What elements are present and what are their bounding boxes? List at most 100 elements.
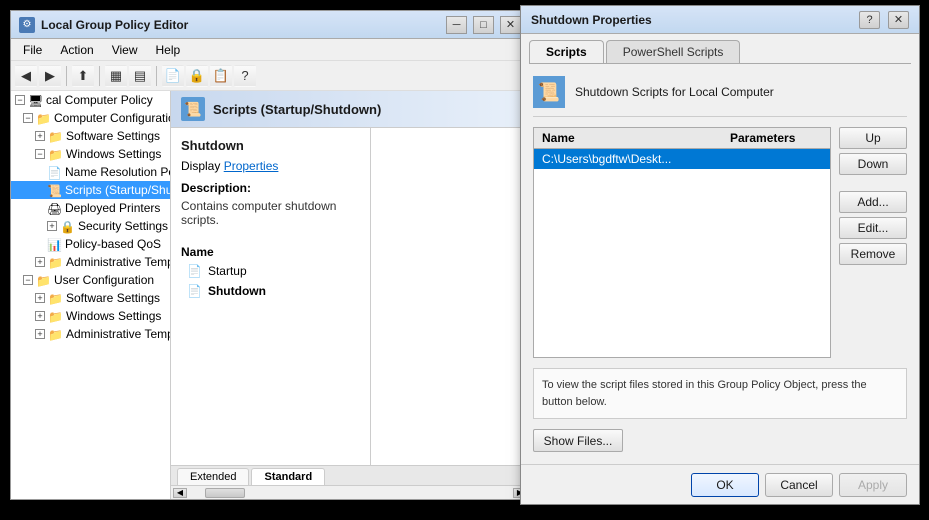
add-button[interactable]: Add... [839, 191, 907, 213]
close-button[interactable]: ✕ [500, 16, 521, 34]
table-header: Name Parameters [534, 128, 830, 149]
folder-icon-windows-user: 📁 [48, 310, 62, 322]
expand-computer-config[interactable]: − [23, 113, 33, 123]
dialog-close-button[interactable]: ✕ [888, 11, 909, 29]
sidebar-label-deployed-printers: Deployed Printers [65, 201, 160, 215]
export-button[interactable]: 📄 [162, 65, 184, 87]
sidebar-item-local-computer-policy[interactable]: − 🖥 cal Computer Policy [11, 91, 170, 109]
sidebar-item-software-settings-computer[interactable]: + 📁 Software Settings [11, 127, 170, 145]
expand-windows-settings-user[interactable]: + [35, 311, 45, 321]
expand-admin-templates-user[interactable]: + [35, 329, 45, 339]
down-button-table[interactable]: Down [839, 153, 907, 175]
scroll-thumb[interactable] [205, 488, 245, 498]
remove-button[interactable]: Remove [839, 243, 907, 265]
expand-windows-settings[interactable]: − [35, 149, 45, 159]
horizontal-scrollbar[interactable]: ◀ ▶ [171, 485, 529, 499]
dialog-header-icon: 📜 [533, 76, 565, 108]
dialog-help-button[interactable]: ? [859, 11, 880, 29]
display-label: Display [181, 159, 220, 173]
up-button-table[interactable]: Up [839, 127, 907, 149]
description-text: Contains computer shutdown scripts. [181, 199, 360, 227]
dialog-title-bar: Shutdown Properties ? ✕ [521, 6, 919, 34]
tab-standard[interactable]: Standard [251, 468, 325, 485]
filter-button[interactable]: 🔒 [186, 65, 208, 87]
sidebar-item-security-settings[interactable]: + 🔒 Security Settings [11, 217, 170, 235]
table-row[interactable]: C:\Users\bgdftw\Deskt... [534, 149, 830, 169]
expand-security-settings[interactable]: + [47, 221, 57, 231]
display-row: Display Properties [181, 159, 360, 173]
expand-software-settings[interactable]: + [35, 131, 45, 141]
properties-toolbar-button[interactable]: 📋 [210, 65, 232, 87]
sidebar-label-windows-settings-user: Windows Settings [66, 309, 161, 323]
script-right-panel [371, 128, 529, 465]
startup-icon: 📄 [187, 264, 202, 278]
menu-view[interactable]: View [104, 41, 146, 59]
folder-icon-user-config: 📁 [36, 274, 50, 286]
dialog-content: 📜 Shutdown Scripts for Local Computer Na… [521, 64, 919, 464]
expand-local-policy[interactable]: − [15, 95, 25, 105]
main-title-bar: ⚙ Local Group Policy Editor ─ □ ✕ [11, 11, 529, 39]
script-nav-startup[interactable]: 📄 Startup [181, 261, 360, 281]
folder-icon-qos: 📊 [47, 238, 61, 250]
apply-button[interactable]: Apply [839, 473, 907, 497]
minimize-button[interactable]: ─ [446, 16, 467, 34]
maximize-button[interactable]: □ [473, 16, 494, 34]
menu-action[interactable]: Action [52, 41, 101, 59]
info-text: To view the script files stored in this … [542, 379, 867, 408]
back-button[interactable]: ◀ [15, 65, 37, 87]
ok-button[interactable]: OK [691, 473, 759, 497]
cancel-button[interactable]: Cancel [765, 473, 833, 497]
tab-scripts[interactable]: Scripts [529, 40, 604, 63]
toolbar-sep-3 [156, 66, 157, 86]
folder-icon-windows-settings: 📁 [48, 148, 62, 160]
expand-software-settings-user[interactable]: + [35, 293, 45, 303]
menu-file[interactable]: File [15, 41, 50, 59]
panel-header: 📜 Scripts (Startup/Shutdown) [171, 91, 529, 128]
folder-icon-policy: 🖥 [28, 94, 42, 106]
info-area: To view the script files stored in this … [533, 368, 907, 419]
sidebar-item-windows-settings-user[interactable]: + 📁 Windows Settings [11, 307, 170, 325]
sidebar: − 🖥 cal Computer Policy − 📁 Computer Con… [11, 91, 171, 499]
sidebar-item-windows-settings-computer[interactable]: − 📁 Windows Settings [11, 145, 170, 163]
folder-icon-security: 🔒 [60, 220, 74, 232]
folder-icon-software-settings: 📁 [48, 130, 62, 142]
view-button[interactable]: ▤ [129, 65, 151, 87]
help-toolbar-button[interactable]: ? [234, 65, 256, 87]
forward-button[interactable]: ▶ [39, 65, 61, 87]
btn-spacer [839, 179, 907, 187]
show-files-button[interactable]: Show Files... [533, 429, 623, 452]
folder-icon-scripts: 📜 [47, 184, 61, 196]
script-content: Shutdown Display Properties Description:… [171, 128, 529, 465]
sidebar-label-computer-configuration: Computer Configuration [54, 111, 171, 125]
up-button[interactable]: ⬆ [72, 65, 94, 87]
sidebar-item-computer-configuration[interactable]: − 📁 Computer Configuration [11, 109, 170, 127]
sidebar-item-deployed-printers[interactable]: 🖨 Deployed Printers [11, 199, 170, 217]
expand-admin-templates-computer[interactable]: + [35, 257, 45, 267]
folder-icon-computer-config: 📁 [36, 112, 50, 124]
script-nav: Name 📄 Startup 📄 Shutdown [181, 243, 360, 301]
menu-bar: File Action View Help [11, 39, 529, 61]
scroll-left-button[interactable]: ◀ [173, 488, 187, 498]
sidebar-item-scripts[interactable]: 📜 Scripts (Startup/Shu... [11, 181, 170, 199]
table-cell-name: C:\Users\bgdftw\Deskt... [542, 152, 722, 166]
edit-button[interactable]: Edit... [839, 217, 907, 239]
sidebar-label-scripts: Scripts (Startup/Shu... [65, 183, 171, 197]
tab-extended[interactable]: Extended [177, 468, 249, 485]
tab-powershell-scripts[interactable]: PowerShell Scripts [606, 40, 741, 63]
show-hide-button[interactable]: ▦ [105, 65, 127, 87]
sidebar-item-name-resolution[interactable]: 📄 Name Resolution Pol... [11, 163, 170, 181]
properties-link[interactable]: Properties [224, 159, 279, 173]
sidebar-item-software-settings-user[interactable]: + 📁 Software Settings [11, 289, 170, 307]
expand-user-config[interactable]: − [23, 275, 33, 285]
menu-help[interactable]: Help [148, 41, 189, 59]
panel-header-icon: 📜 [181, 97, 205, 121]
sidebar-item-admin-templates-user[interactable]: + 📁 Administrative Templat... [11, 325, 170, 343]
dialog-title: Shutdown Properties [531, 13, 851, 27]
main-panel: 📜 Scripts (Startup/Shutdown) Shutdown Di… [171, 91, 529, 499]
col-name-header: Name [538, 130, 726, 146]
sidebar-item-policy-qos[interactable]: 📊 Policy-based QoS [11, 235, 170, 253]
folder-icon-deployed: 🖨 [47, 202, 61, 214]
sidebar-item-user-configuration[interactable]: − 📁 User Configuration [11, 271, 170, 289]
sidebar-item-admin-templates-computer[interactable]: + 📁 Administrative Templat... [11, 253, 170, 271]
script-nav-shutdown[interactable]: 📄 Shutdown [181, 281, 360, 301]
